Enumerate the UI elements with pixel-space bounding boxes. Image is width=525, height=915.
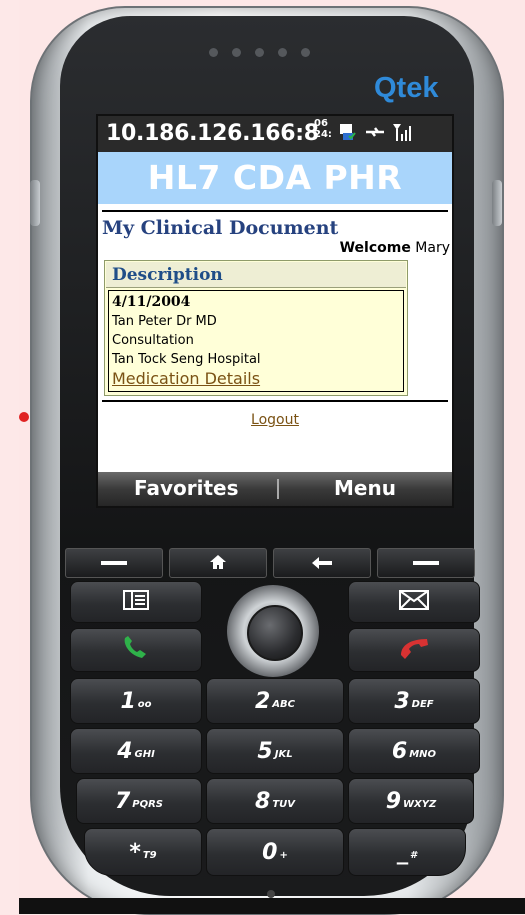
- softkey-separator: [277, 479, 279, 499]
- key-star[interactable]: * T9: [84, 828, 202, 876]
- call-key[interactable]: [70, 628, 202, 672]
- welcome-label: Welcome: [339, 240, 411, 256]
- key-9[interactable]: 9 WXYZ: [348, 778, 474, 824]
- key-0-digit: 0: [262, 839, 278, 865]
- key-7[interactable]: 7 PQRS: [76, 778, 202, 824]
- side-button-right[interactable]: [492, 180, 502, 226]
- key-5-letters: JKL: [274, 748, 293, 760]
- key-1-digit: 1: [120, 688, 136, 714]
- window-icon: [123, 590, 149, 614]
- clock: 06 24:: [314, 118, 332, 140]
- left-softkey-button[interactable]: [65, 548, 163, 578]
- key-5-digit: 5: [257, 738, 273, 764]
- medication-details-link[interactable]: Medication Details: [112, 369, 400, 388]
- key-2-letters: ABC: [272, 698, 295, 710]
- key-9-letters: WXYZ: [403, 798, 437, 810]
- microphone-hole: [267, 890, 275, 898]
- phone-screen: 10.186.126.166:8 06 24: HL7 CDA PHR My C…: [96, 114, 454, 508]
- key-star-symbol: *: [129, 839, 141, 865]
- description-heading: Description: [106, 262, 406, 288]
- key-2-digit: 2: [254, 688, 271, 714]
- key-3-letters: DEF: [411, 698, 434, 710]
- back-button[interactable]: [273, 548, 371, 578]
- key-5[interactable]: 5 JKL: [206, 728, 344, 774]
- description-body: 4/11/2004 Tan Peter Dr MD Consultation T…: [108, 290, 404, 392]
- right-softkey-button[interactable]: [377, 548, 475, 578]
- phone-green-icon: [120, 635, 152, 665]
- navigation-key-row: [65, 548, 475, 578]
- messaging-key[interactable]: [348, 581, 480, 623]
- key-6[interactable]: 6 MNO: [348, 728, 480, 774]
- document-date: 4/11/2004: [112, 294, 191, 310]
- key-star-letters: T9: [142, 849, 157, 861]
- favorites-softkey[interactable]: Favorites: [134, 476, 239, 500]
- dpad-center-button[interactable]: [247, 605, 303, 661]
- key-7-letters: PQRS: [132, 798, 164, 810]
- envelope-icon: [399, 590, 429, 614]
- welcome-user: Mary: [415, 240, 450, 256]
- divider-bottom: [102, 400, 448, 402]
- home-button[interactable]: [169, 548, 267, 578]
- end-key[interactable]: [348, 628, 480, 672]
- key-3[interactable]: 3 DEF: [348, 678, 480, 724]
- divider-top: [102, 210, 448, 212]
- key-4-digit: 4: [117, 738, 133, 764]
- key-0-letters: +: [279, 849, 288, 861]
- key-4-letters: GHI: [134, 748, 155, 760]
- hospital-name: Tan Tock Seng Hospital: [112, 352, 261, 367]
- key-8[interactable]: 8 TUV: [206, 778, 344, 824]
- bottom-frame: [19, 898, 525, 914]
- key-3-digit: 3: [394, 688, 410, 714]
- key-8-letters: TUV: [272, 798, 295, 810]
- speaker-grille: [209, 48, 310, 57]
- key-6-digit: 6: [391, 738, 408, 764]
- key-0[interactable]: 0 +: [206, 828, 344, 876]
- sync-icon: [338, 122, 358, 146]
- key-6-letters: MNO: [409, 748, 437, 760]
- soft-key-bar: Favorites Menu: [98, 472, 452, 506]
- key-hash[interactable]: _ #: [348, 828, 466, 876]
- start-menu-key[interactable]: [70, 581, 202, 623]
- doctor-name: Tan Peter Dr MD: [112, 314, 217, 329]
- connection-icon: [364, 123, 386, 145]
- document-type: Consultation: [112, 333, 194, 348]
- clock-hour: 06: [314, 118, 328, 129]
- side-button-left[interactable]: [30, 180, 40, 226]
- page-title: My Clinical Document: [102, 217, 339, 239]
- logout-link[interactable]: Logout: [98, 412, 452, 428]
- key-hash-symbol: #: [410, 849, 417, 861]
- key-9-digit: 9: [385, 788, 402, 814]
- key-2[interactable]: 2 ABC: [206, 678, 344, 724]
- brand-logo: Qtek: [374, 72, 439, 104]
- space-icon: _: [397, 839, 409, 865]
- left-background: [0, 0, 19, 914]
- clock-minute: 24:: [314, 129, 332, 140]
- welcome-message: Welcome Mary: [340, 240, 450, 256]
- home-icon: [209, 551, 227, 575]
- voicemail-icon: oo: [137, 698, 152, 710]
- back-arrow-icon: [310, 551, 334, 575]
- menu-softkey[interactable]: Menu: [334, 476, 396, 500]
- key-4[interactable]: 4 GHI: [70, 728, 202, 774]
- phone-red-icon: [397, 635, 431, 665]
- address-text: 10.186.126.166:8: [106, 121, 319, 146]
- status-icons: [338, 122, 412, 146]
- app-header: HL7 CDA PHR: [98, 152, 452, 204]
- key-1[interactable]: 1 oo: [70, 678, 202, 724]
- key-7-digit: 7: [114, 788, 131, 814]
- status-bar: 10.186.126.166:8 06 24:: [98, 116, 452, 152]
- signal-icon: [392, 122, 412, 146]
- document-card: Description 4/11/2004 Tan Peter Dr MD Co…: [104, 260, 408, 396]
- key-8-digit: 8: [255, 788, 271, 814]
- indicator-dot: [19, 412, 29, 422]
